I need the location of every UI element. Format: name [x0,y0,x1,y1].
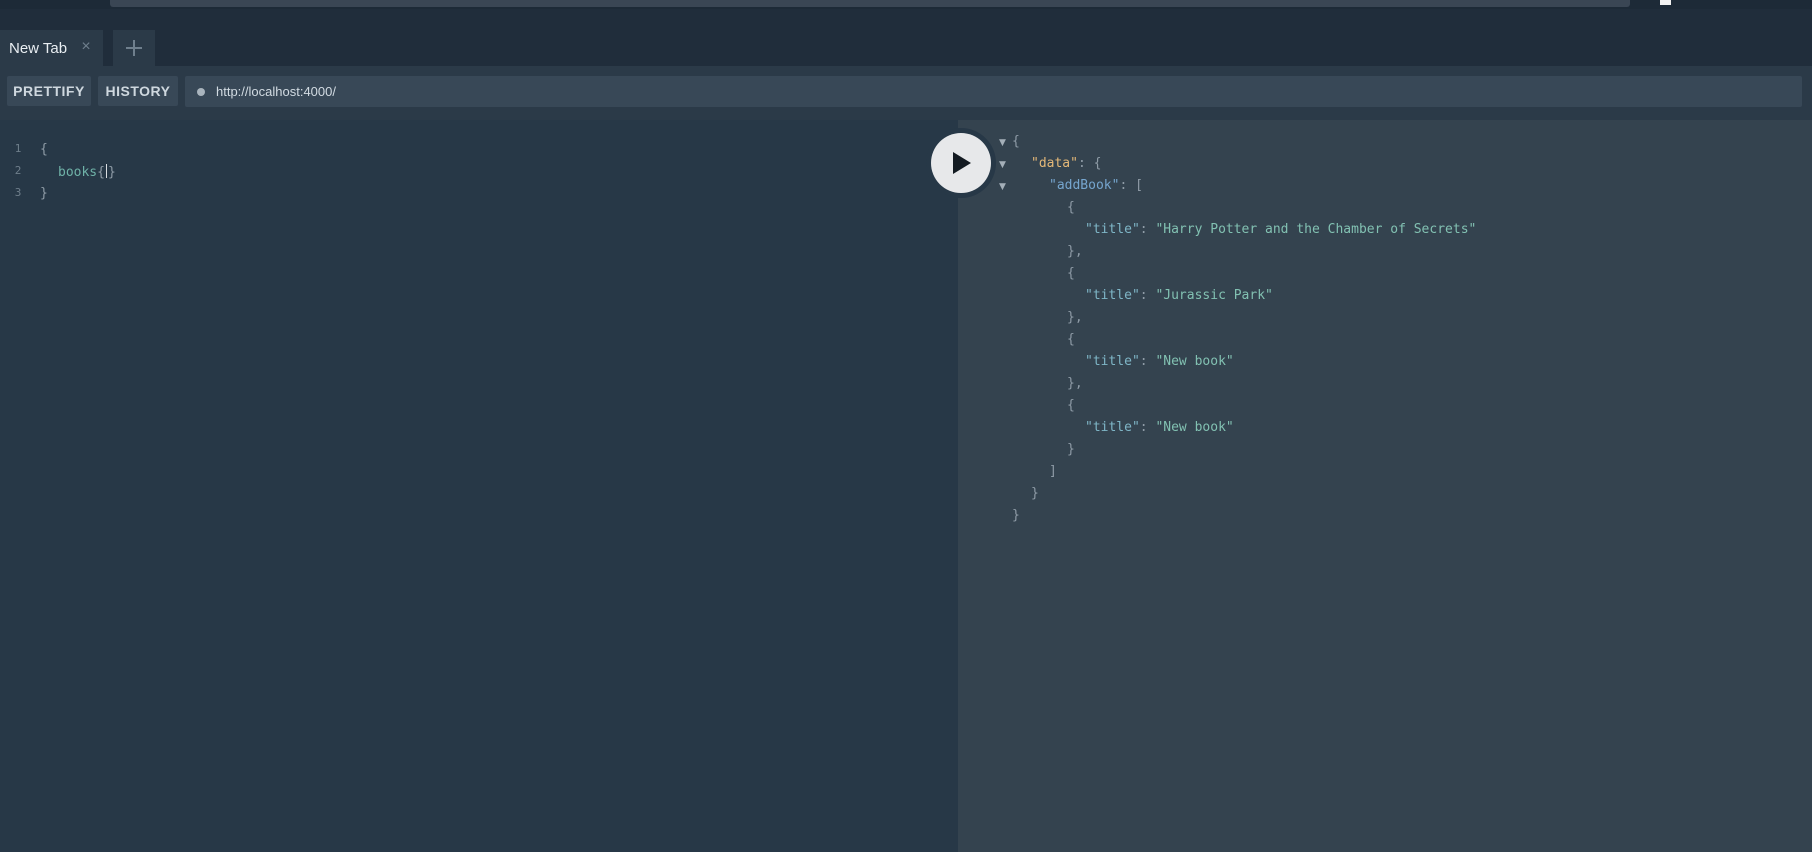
json-line: { [1067,332,1075,347]
json-line: "title": "Harry Potter and the Chamber o… [1085,222,1476,242]
json-line: }, [1067,310,1083,325]
json-string: "New book" [1155,420,1234,435]
json-punct: : { [1077,156,1102,171]
json-line: "data": { [1031,156,1101,176]
json-line: ] [1049,464,1057,479]
json-line: "title": "New book" [1085,420,1234,440]
json-line: { [1067,200,1075,215]
line-number: 3 [14,186,22,199]
json-line: } [1067,442,1075,457]
editor-line: 3 } [0,186,958,206]
json-key-title: "title" [1085,288,1140,303]
line-number: 2 [14,164,22,177]
text-cursor [105,164,107,178]
json-punct: : [1139,420,1156,435]
horizontal-scrollbar[interactable] [110,0,1630,7]
add-tab-button[interactable] [113,30,155,66]
collapse-arrow-icon[interactable]: ▼ [999,138,1006,148]
json-line: "addBook": [ [1049,178,1143,198]
line-number: 1 [14,142,22,155]
json-line: { [1012,134,1020,149]
json-key-title: "title" [1085,354,1140,369]
json-key-addbook: "addBook" [1049,178,1120,193]
field-close-brace: } [107,165,116,180]
collapse-arrow-icon[interactable]: ▼ [999,160,1006,170]
query-field: books [58,165,98,180]
run-query-button[interactable] [931,133,991,193]
history-button[interactable]: HISTORY [98,76,178,106]
window-top-strip [0,0,1812,9]
plus-icon [126,40,142,56]
json-string: "Jurassic Park" [1155,288,1273,303]
code-text: books{} [58,164,116,180]
json-string: "New book" [1155,354,1234,369]
query-editor[interactable]: 1 { 2 books{} 3 } [0,120,958,852]
close-icon[interactable]: × [78,39,94,55]
json-line: } [1031,486,1039,501]
editor-line: 2 books{} [0,164,958,184]
json-key-title: "title" [1085,222,1140,237]
json-line: { [1067,398,1075,413]
field-open-brace: { [97,165,105,180]
connection-status-icon [197,87,205,96]
json-line: "title": "New book" [1085,354,1234,374]
endpoint-url-bar[interactable] [185,76,1802,107]
prettify-button[interactable]: PRETTIFY [7,76,91,106]
editor-line: 1 { [0,142,958,162]
json-line: "title": "Jurassic Park" [1085,288,1273,308]
collapse-arrow-icon[interactable]: ▼ [999,182,1006,192]
tab-label: New Tab [9,39,68,57]
json-line: { [1067,266,1075,281]
json-punct: : [1139,222,1156,237]
json-punct: : [ [1119,178,1143,193]
top-marker [1660,0,1671,5]
json-string: "Harry Potter and the Chamber of Secrets… [1155,222,1477,237]
code-text: } [40,186,48,201]
run-button-ring [926,128,996,198]
json-line: }, [1067,244,1083,259]
json-punct: : [1139,288,1156,303]
json-line: } [1012,508,1020,523]
json-key-title: "title" [1085,420,1140,435]
json-punct: : [1139,354,1156,369]
code-text: { [40,142,48,157]
play-icon [953,152,971,174]
toolbar: PRETTIFY HISTORY [0,66,1812,120]
endpoint-url-input[interactable] [216,84,1716,99]
tab-bar: New Tab × [0,9,1812,66]
json-key-data: "data" [1031,156,1078,171]
tab-new-tab[interactable]: New Tab × [0,30,103,66]
json-line: }, [1067,376,1083,391]
